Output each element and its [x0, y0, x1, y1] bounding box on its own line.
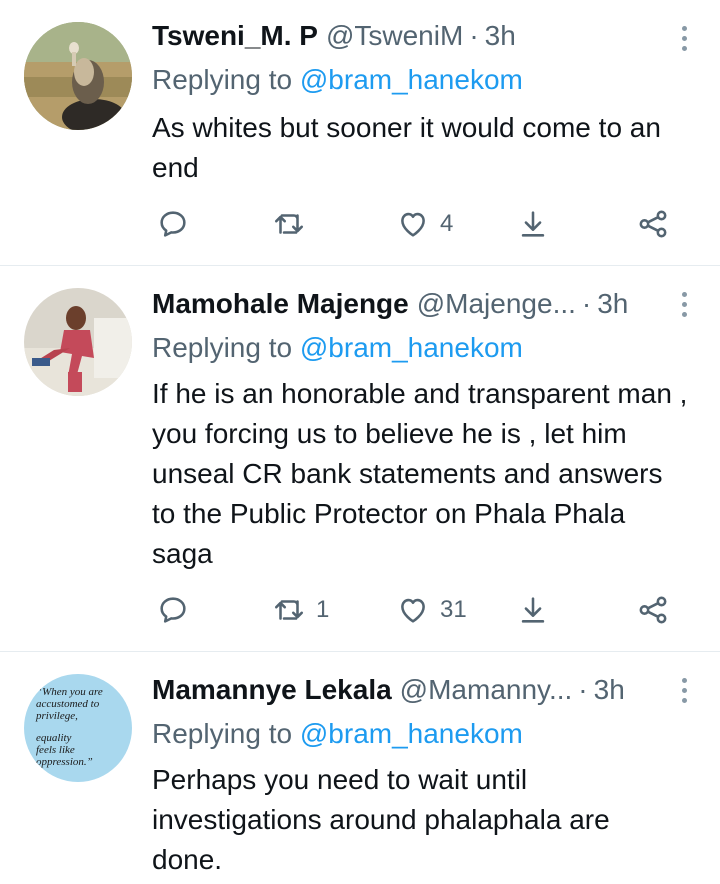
tweet-header: Tsweni_M. P @TsweniM · 3h — [152, 14, 660, 58]
tweet-text: If he is an honorable and transparent ma… — [152, 378, 688, 569]
user-handle[interactable]: @TsweniM — [326, 14, 463, 58]
separator-dot: · — [578, 674, 588, 705]
more-options-icon[interactable] — [674, 284, 694, 324]
replying-to: Replying to @bram_hanekom — [152, 60, 523, 100]
replying-prefix: Replying to — [152, 64, 293, 95]
retweet-icon — [274, 600, 304, 620]
replying-to: Replying to @bram_hanekom — [152, 328, 523, 368]
bookmark-button[interactable] — [516, 588, 550, 632]
vulture-photo-icon — [24, 22, 132, 130]
retweet-count: 1 — [316, 596, 330, 623]
tweet-text: As whites but sooner it would come to an… — [152, 112, 661, 183]
share-button[interactable] — [636, 588, 670, 632]
tweet-text: Perhaps you need to wait until investiga… — [152, 764, 610, 875]
timestamp[interactable]: 3h — [485, 14, 516, 58]
display-name[interactable]: Mamohale Majenge — [152, 282, 409, 326]
user-handle[interactable]: @Mamanny... — [400, 668, 573, 712]
timestamp[interactable]: 3h — [594, 668, 625, 712]
retweet-icon — [274, 214, 304, 234]
reply-button[interactable] — [156, 588, 200, 632]
tweet-header: Mamohale Majenge @Majenge... · 3h — [152, 282, 660, 326]
like-button[interactable]: 31 — [396, 588, 467, 632]
action-bar: 1 31 — [152, 588, 692, 632]
quote-line: “When you are — [36, 686, 103, 698]
heart-icon — [401, 598, 425, 623]
share-icon — [639, 596, 667, 624]
avatar-mamohale[interactable] — [24, 288, 132, 396]
avatar-quote-text: “When you are accustomed to privilege, e… — [36, 686, 124, 768]
display-name[interactable]: Tsweni_M. P — [152, 14, 318, 58]
reply-button[interactable] — [156, 202, 200, 246]
timestamp[interactable]: 3h — [597, 282, 628, 326]
share-button[interactable] — [636, 202, 670, 246]
quote-line: oppression.” — [36, 756, 93, 768]
person-on-couch-photo-icon — [24, 288, 132, 396]
reply-icon — [160, 211, 186, 237]
heart-icon — [401, 212, 425, 237]
reply-icon — [160, 597, 186, 623]
download-arrow-icon — [521, 597, 545, 623]
retweet-button[interactable]: 1 — [272, 588, 329, 632]
more-options-icon[interactable] — [674, 18, 694, 58]
more-options-icon[interactable] — [674, 670, 694, 710]
retweet-button[interactable] — [272, 202, 316, 246]
quote-line: feels like — [36, 744, 75, 756]
like-count: 4 — [440, 210, 454, 237]
separator-dot: · — [469, 20, 479, 51]
share-icon — [639, 210, 667, 238]
bookmark-button[interactable] — [516, 202, 550, 246]
display-name[interactable]: Mamannye Lekala — [152, 668, 392, 712]
tweet-header: Mamannye Lekala @Mamanny... · 3h — [152, 668, 660, 712]
tweet-3[interactable]: “When you are accustomed to privilege, e… — [0, 652, 720, 884]
replying-to: Replying to @bram_hanekom — [152, 714, 523, 754]
action-bar: 4 — [152, 202, 692, 246]
tweet-1[interactable]: Tsweni_M. P @TsweniM · 3h Replying to @b… — [0, 0, 720, 264]
replying-prefix: Replying to — [152, 332, 293, 363]
avatar-mamannye[interactable]: “When you are accustomed to privilege, e… — [24, 674, 132, 782]
like-count: 31 — [440, 596, 467, 623]
like-button[interactable]: 4 — [396, 202, 453, 246]
separator-dot: · — [581, 288, 592, 319]
user-handle[interactable]: @Majenge... — [417, 282, 576, 326]
quote-line: equality — [36, 732, 72, 744]
avatar-tsweni[interactable] — [24, 22, 132, 130]
mention-link[interactable]: @bram_hanekom — [300, 332, 523, 363]
replying-prefix: Replying to — [152, 718, 293, 749]
download-arrow-icon — [521, 211, 545, 237]
mention-link[interactable]: @bram_hanekom — [300, 718, 523, 749]
mention-link[interactable]: @bram_hanekom — [300, 64, 523, 95]
quote-line: privilege, — [36, 710, 78, 722]
quote-line: accustomed to — [36, 698, 100, 710]
tweet-2[interactable]: Mamohale Majenge @Majenge... · 3h Replyi… — [0, 266, 720, 651]
